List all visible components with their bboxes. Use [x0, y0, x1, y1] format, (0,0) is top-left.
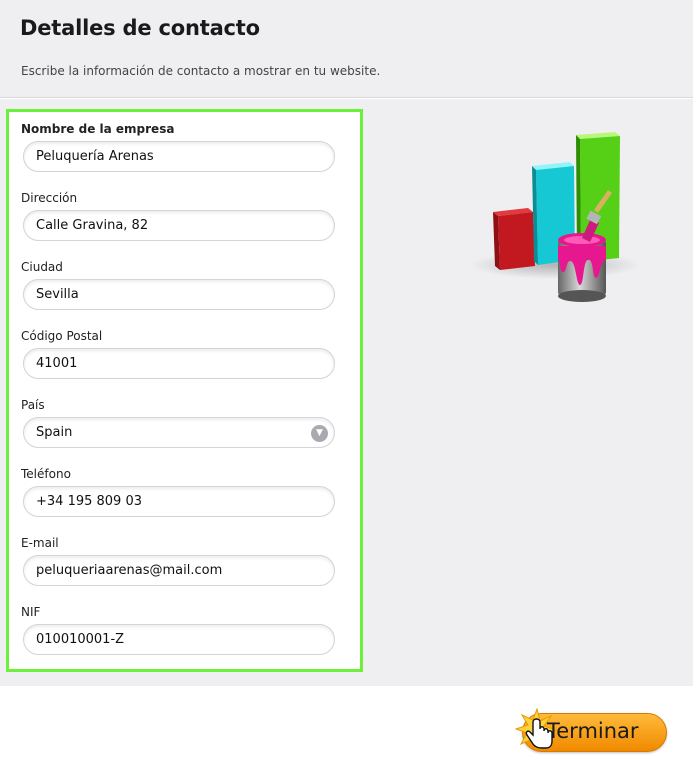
- bar-chart-paint-bucket-icon: [470, 132, 640, 302]
- address-input[interactable]: Calle Gravina, 82: [23, 210, 335, 241]
- city-label: Ciudad: [21, 260, 63, 274]
- email-input[interactable]: peluqueriaarenas@mail.com: [23, 555, 335, 586]
- company-name-label: Nombre de la empresa: [21, 122, 175, 136]
- postal-code-input[interactable]: 41001: [23, 348, 335, 379]
- city-input[interactable]: Sevilla: [23, 279, 335, 310]
- page-title: Detalles de contacto: [20, 16, 260, 40]
- country-select[interactable]: Spain ▼: [23, 417, 335, 448]
- nif-field: NIF 010010001-Z: [21, 604, 351, 655]
- email-field: E-mail peluqueriaarenas@mail.com: [21, 535, 351, 586]
- page-subtitle: Escribe la información de contacto a mos…: [21, 64, 381, 78]
- postal-code-field: Código Postal 41001: [21, 328, 351, 379]
- nif-label: NIF: [21, 605, 41, 619]
- country-label: País: [21, 398, 45, 412]
- nif-input[interactable]: 010010001-Z: [23, 624, 335, 655]
- contact-form: Nombre de la empresa Peluquería Arenas D…: [6, 109, 363, 672]
- address-field: Dirección Calle Gravina, 82: [21, 190, 351, 241]
- chevron-down-icon[interactable]: ▼: [311, 425, 328, 442]
- company-name-field: Nombre de la empresa Peluquería Arenas: [21, 121, 351, 172]
- city-field: Ciudad Sevilla: [21, 259, 351, 310]
- phone-label: Teléfono: [21, 467, 71, 481]
- phone-field: Teléfono +34 195 809 03: [21, 466, 351, 517]
- phone-input[interactable]: +34 195 809 03: [23, 486, 335, 517]
- finish-button[interactable]: Terminar: [515, 708, 667, 752]
- country-select-value: Spain: [36, 425, 73, 440]
- company-name-input[interactable]: Peluquería Arenas: [23, 141, 335, 172]
- country-field: País Spain ▼: [21, 397, 351, 448]
- postal-code-label: Código Postal: [21, 329, 103, 343]
- address-label: Dirección: [21, 191, 78, 205]
- header: Detalles de contacto Escribe la informac…: [0, 0, 693, 98]
- finish-button-label: Terminar: [547, 719, 639, 743]
- email-label: E-mail: [21, 536, 59, 550]
